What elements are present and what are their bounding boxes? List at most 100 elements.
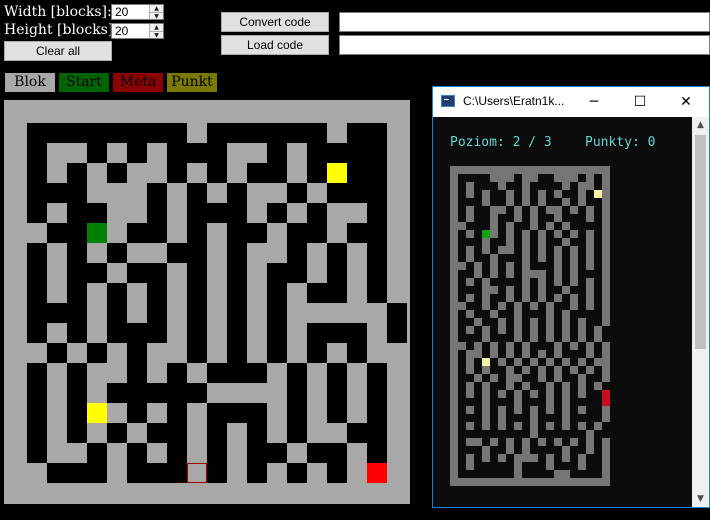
wall-block[interactable] — [107, 143, 127, 163]
path-cell[interactable] — [127, 223, 147, 243]
path-cell[interactable] — [87, 123, 107, 143]
wall-block[interactable] — [307, 463, 327, 483]
wall-block[interactable] — [207, 383, 227, 403]
wall-block[interactable] — [267, 243, 287, 263]
wall-block[interactable] — [187, 423, 207, 443]
path-cell[interactable] — [287, 243, 307, 263]
path-cell[interactable] — [47, 123, 67, 143]
wall-block[interactable] — [207, 183, 227, 203]
path-cell[interactable] — [347, 143, 367, 163]
wall-block[interactable] — [87, 363, 107, 383]
path-cell[interactable] — [87, 463, 107, 483]
punkt-cell[interactable] — [87, 403, 107, 423]
chevron-down-icon[interactable]: ▼ — [150, 31, 163, 39]
wall-block[interactable] — [7, 243, 27, 263]
path-cell[interactable] — [207, 203, 227, 223]
wall-block[interactable] — [207, 103, 227, 123]
wall-block[interactable] — [27, 223, 47, 243]
wall-block[interactable] — [347, 403, 367, 423]
path-cell[interactable] — [327, 463, 347, 483]
wall-block[interactable] — [7, 123, 27, 143]
path-cell[interactable] — [27, 243, 47, 263]
console-scrollbar[interactable]: ▲ ▼ — [692, 117, 709, 507]
wall-block[interactable] — [7, 403, 27, 423]
wall-block[interactable] — [107, 483, 127, 503]
path-cell[interactable] — [327, 183, 347, 203]
wall-block[interactable] — [27, 463, 47, 483]
wall-block[interactable] — [287, 163, 307, 183]
wall-block[interactable] — [7, 263, 27, 283]
wall-block[interactable] — [367, 323, 387, 343]
wall-block[interactable] — [107, 183, 127, 203]
path-cell[interactable] — [27, 163, 47, 183]
path-cell[interactable] — [347, 183, 367, 203]
wall-block[interactable] — [87, 423, 107, 443]
path-cell[interactable] — [67, 303, 87, 323]
wall-block[interactable] — [227, 483, 247, 503]
wall-block[interactable] — [307, 103, 327, 123]
wall-block[interactable] — [347, 363, 367, 383]
path-cell[interactable] — [287, 263, 307, 283]
wall-block[interactable] — [147, 143, 167, 163]
path-cell[interactable] — [127, 403, 147, 423]
wall-block[interactable] — [127, 283, 147, 303]
wall-block[interactable] — [327, 343, 347, 363]
wall-block[interactable] — [87, 163, 107, 183]
wall-block[interactable] — [387, 363, 407, 383]
wall-block[interactable] — [167, 263, 187, 283]
wall-block[interactable] — [267, 183, 287, 203]
wall-block[interactable] — [167, 343, 187, 363]
tool-blok[interactable]: Blok — [5, 73, 55, 92]
chevron-up-icon[interactable]: ▲ — [150, 24, 163, 31]
path-cell[interactable] — [267, 343, 287, 363]
path-cell[interactable] — [107, 123, 127, 143]
path-cell[interactable] — [227, 343, 247, 363]
wall-block[interactable] — [7, 183, 27, 203]
wall-block[interactable] — [7, 103, 27, 123]
path-cell[interactable] — [227, 363, 247, 383]
wall-block[interactable] — [7, 143, 27, 163]
path-cell[interactable] — [127, 383, 147, 403]
path-cell[interactable] — [67, 163, 87, 183]
wall-block[interactable] — [7, 303, 27, 323]
path-cell[interactable] — [327, 363, 347, 383]
path-cell[interactable] — [187, 303, 207, 323]
wall-block[interactable] — [167, 103, 187, 123]
maze-editor-grid[interactable] — [4, 100, 410, 504]
wall-block[interactable] — [387, 283, 407, 303]
wall-block[interactable] — [127, 203, 147, 223]
path-cell[interactable] — [87, 343, 107, 363]
path-cell[interactable] — [107, 383, 127, 403]
wall-block[interactable] — [127, 483, 147, 503]
path-cell[interactable] — [67, 183, 87, 203]
clear-all-button[interactable]: Clear all — [4, 41, 112, 61]
path-cell[interactable] — [147, 463, 167, 483]
path-cell[interactable] — [287, 363, 307, 383]
path-cell[interactable] — [267, 263, 287, 283]
wall-block[interactable] — [47, 143, 67, 163]
path-cell[interactable] — [207, 443, 227, 463]
wall-block[interactable] — [47, 443, 67, 463]
wall-block[interactable] — [327, 203, 347, 223]
meta-cell[interactable] — [367, 463, 387, 483]
wall-block[interactable] — [247, 203, 267, 223]
wall-block[interactable] — [147, 103, 167, 123]
path-cell[interactable] — [387, 303, 407, 323]
path-cell[interactable] — [227, 303, 247, 323]
path-cell[interactable] — [167, 163, 187, 183]
wall-block[interactable] — [307, 383, 327, 403]
wall-block[interactable] — [187, 363, 207, 383]
path-cell[interactable] — [67, 223, 87, 243]
wall-block[interactable] — [387, 243, 407, 263]
path-cell[interactable] — [147, 183, 167, 203]
wall-block[interactable] — [267, 103, 287, 123]
path-cell[interactable] — [307, 443, 327, 463]
path-cell[interactable] — [267, 203, 287, 223]
wall-block[interactable] — [387, 183, 407, 203]
wall-block[interactable] — [367, 303, 387, 323]
wall-block[interactable] — [327, 303, 347, 323]
path-cell[interactable] — [87, 443, 107, 463]
wall-block[interactable] — [267, 483, 287, 503]
wall-block[interactable] — [167, 223, 187, 243]
wall-block[interactable] — [247, 303, 267, 323]
